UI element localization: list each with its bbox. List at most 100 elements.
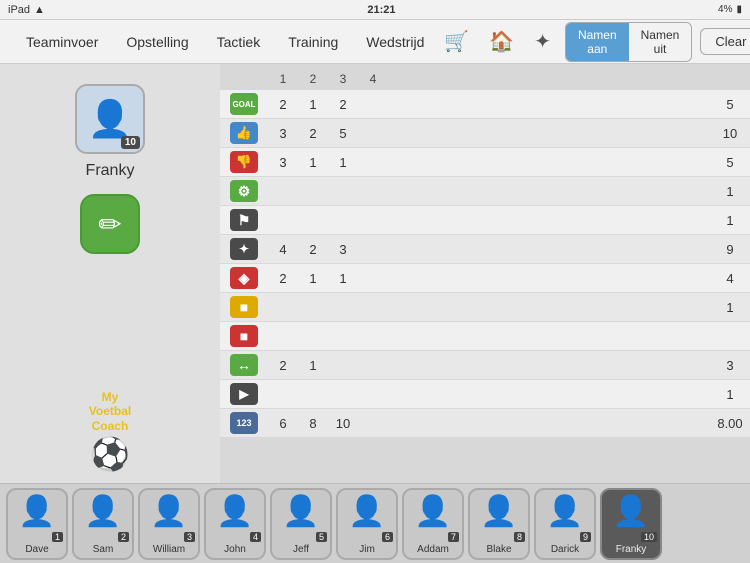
player-avatar-icon: 👤 (546, 494, 583, 529)
namen-uit-btn[interactable]: Namen uit (629, 23, 692, 61)
player-thumb[interactable]: 👤9Darick (534, 488, 596, 560)
nav-wedstrijd[interactable]: Wedstrijd (352, 20, 438, 64)
cart-icon[interactable]: 🛒 (438, 29, 475, 54)
stat-icon-cell: 123 (220, 409, 268, 437)
stat-value-2: 3 (328, 242, 358, 257)
star-icon[interactable]: ✦ (528, 29, 557, 54)
stat-value-1: 8 (298, 416, 328, 431)
player-number: 8 (514, 532, 525, 542)
player-avatar-icon: 👤 (150, 494, 187, 529)
stat-values: 212 (268, 97, 714, 112)
stat-value-1: 2 (298, 242, 328, 257)
edit-button[interactable]: ✏ (80, 194, 140, 254)
player-avatar-icon: 👤 (414, 494, 451, 529)
namen-toggle: Namen aan Namen uit (565, 22, 692, 62)
stats-rows: GOAL2125👍32510👎3115⚙1⚑1✦4239◈2114■1■↔213… (220, 90, 750, 477)
stat-values: 311 (268, 155, 714, 170)
nav-teaminvoer[interactable]: Teaminvoer (12, 20, 112, 64)
stat-value-1: 1 (298, 155, 328, 170)
stat-value-1: 2 (298, 126, 328, 141)
stat-icon-cell: ⚑ (220, 206, 268, 234)
player-thumb[interactable]: 👤3William (138, 488, 200, 560)
player-number: 4 (250, 532, 261, 542)
stat-row: ■1 (220, 293, 750, 321)
player-thumb[interactable]: 👤6Jim (336, 488, 398, 560)
player-name: William (153, 544, 185, 555)
stat-total: 5 (714, 97, 750, 112)
stat-icon-4: ⚑ (230, 209, 258, 231)
nav-bar: Teaminvoer Opstelling Tactiek Training W… (0, 20, 750, 64)
player-thumb[interactable]: 👤10Franky (600, 488, 662, 560)
stat-row: ⚙1 (220, 177, 750, 205)
nav-opstelling[interactable]: Opstelling (112, 20, 202, 64)
stat-icon-cell: ⚙ (220, 177, 268, 205)
stat-row: ↔213 (220, 351, 750, 379)
stat-icon-6: ◈ (230, 267, 258, 289)
stat-icon-cell: GOAL (220, 90, 268, 118)
stat-total: 1 (714, 387, 750, 402)
carrier-label: iPad (8, 4, 30, 16)
stat-icon-0: GOAL (230, 93, 258, 115)
player-name-label: Franky (86, 162, 135, 180)
col-header-2: 2 (298, 72, 328, 86)
stat-total: 4 (714, 271, 750, 286)
wifi-icon: ▲ (34, 4, 45, 16)
stats-area: 1 2 3 4 GOAL2125👍32510👎3115⚙1⚑1✦4239◈211… (220, 64, 750, 483)
stat-icon-cell: 👍 (220, 119, 268, 147)
soccer-ball-icon: ⚽ (90, 435, 130, 473)
player-thumb[interactable]: 👤8Blake (468, 488, 530, 560)
clear-button[interactable]: Clear (700, 28, 750, 55)
player-thumb[interactable]: 👤5Jeff (270, 488, 332, 560)
stat-value-0: 4 (268, 242, 298, 257)
player-thumb[interactable]: 👤4John (204, 488, 266, 560)
stat-value-1: 1 (298, 271, 328, 286)
home-icon[interactable]: 🏠 (483, 29, 520, 54)
player-name: Blake (486, 544, 511, 555)
player-thumb[interactable]: 👤2Sam (72, 488, 134, 560)
namen-aan-btn[interactable]: Namen aan (566, 23, 629, 61)
stat-total: 9 (714, 242, 750, 257)
stat-total: 3 (714, 358, 750, 373)
stat-row: 123 68108.00 (220, 409, 750, 437)
stat-icon-2: 👎 (230, 151, 258, 173)
stat-value-2: 2 (328, 97, 358, 112)
col-header-1: 1 (268, 72, 298, 86)
player-name: Darick (551, 544, 579, 555)
stat-value-2: 1 (328, 271, 358, 286)
stat-values: 6810 (268, 416, 714, 431)
player-avatar: 👤 10 (75, 84, 145, 154)
nav-training[interactable]: Training (274, 20, 352, 64)
stat-icon-cell: ■ (220, 293, 268, 321)
stat-values: 211 (268, 271, 714, 286)
player-thumb[interactable]: 👤1Dave (6, 488, 68, 560)
player-thumb[interactable]: 👤 7 Addam (402, 488, 464, 560)
column-headers: 1 2 3 4 (220, 70, 750, 90)
nav-tactiek[interactable]: Tactiek (203, 20, 275, 64)
stat-value-0: 6 (268, 416, 298, 431)
stat-total: 1 (714, 184, 750, 199)
stat-icon-8: ■ (230, 325, 258, 347)
stat-icon-cell: ■ (220, 322, 268, 350)
player-name: Addam (417, 544, 449, 555)
stat-row: ■ (220, 322, 750, 350)
player-bar: 👤1Dave👤2Sam👤3William👤4John👤5Jeff👤6Jim 👤 7 A… (0, 483, 750, 563)
stat-value-2: 5 (328, 126, 358, 141)
status-left: iPad ▲ (8, 4, 45, 16)
stat-value-0: 3 (268, 155, 298, 170)
avatar-icon: 👤 (88, 98, 133, 140)
stat-icon-cell: ▶ (220, 380, 268, 408)
player-number: 7 (448, 532, 459, 542)
stat-value-0: 3 (268, 126, 298, 141)
main-area: 👤 10 Franky ✏ MyVoetbalCoach ⚽ 1 2 3 4 G… (0, 64, 750, 483)
stat-total: 1 (714, 213, 750, 228)
stat-icon-cell: ✦ (220, 235, 268, 263)
player-avatar-icon: 👤 (282, 494, 319, 529)
battery-icon: ▮ (736, 4, 742, 15)
stat-total: 8.00 (714, 416, 750, 431)
stat-value-0: 2 (268, 97, 298, 112)
stat-value-0: 2 (268, 271, 298, 286)
stat-row: 👎3115 (220, 148, 750, 176)
stat-row: 👍32510 (220, 119, 750, 147)
stat-icon-11: 123 (230, 412, 258, 434)
stat-row: ▶1 (220, 380, 750, 408)
